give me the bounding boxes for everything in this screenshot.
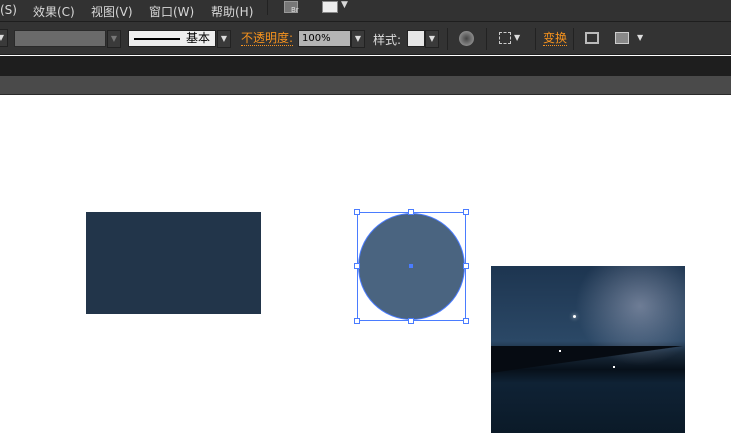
resize-handle[interactable] xyxy=(354,318,360,324)
chevron-down-icon[interactable]: ▼ xyxy=(637,33,643,42)
brush-dropdown[interactable]: ▼ xyxy=(217,30,231,48)
treeline xyxy=(491,346,685,378)
center-point xyxy=(409,264,413,268)
divider xyxy=(486,28,487,50)
rectangle-shape[interactable] xyxy=(86,212,261,314)
dropdown-arrow[interactable]: ▼ xyxy=(0,29,8,47)
arrange-documents-icon[interactable] xyxy=(322,1,338,13)
document-tab-strip xyxy=(0,76,731,95)
isolate-selection-icon[interactable] xyxy=(585,32,599,44)
style-label: 样式: xyxy=(373,33,402,47)
stroke-style-label: 基本 xyxy=(186,31,211,45)
brush-definition-field[interactable]: 基本 xyxy=(128,30,216,47)
night-sky-photo[interactable] xyxy=(491,266,685,433)
stroke-line-icon xyxy=(134,38,180,40)
align-icon[interactable] xyxy=(499,32,511,44)
graphic-style-swatch[interactable] xyxy=(407,30,425,47)
selection-bounding-box[interactable] xyxy=(357,212,466,321)
opacity-dropdown[interactable]: ▼ xyxy=(351,30,365,48)
resize-handle[interactable] xyxy=(463,209,469,215)
divider xyxy=(535,28,536,50)
opacity-input[interactable]: 100% xyxy=(298,30,351,47)
control-panel: ▼ ▼ 基本 ▼ 不透明度: 100% ▼ 样式: ▼ ▼ 变换 ▼ xyxy=(0,21,731,55)
resize-handle[interactable] xyxy=(354,263,360,269)
resize-handle[interactable] xyxy=(408,318,414,324)
opacity-label[interactable]: 不透明度: xyxy=(241,31,294,46)
style-dropdown[interactable]: ▼ xyxy=(425,30,439,48)
chevron-down-icon[interactable]: ▼ xyxy=(514,33,520,42)
menu-help[interactable]: 帮助(H) xyxy=(211,3,253,20)
resize-handle[interactable] xyxy=(463,263,469,269)
resize-handle[interactable] xyxy=(354,209,360,215)
chevron-down-icon[interactable]: ▼ xyxy=(341,0,348,10)
bridge-label: Br xyxy=(291,6,299,14)
menu-view[interactable]: 视图(V) xyxy=(91,3,133,20)
stroke-weight-field[interactable] xyxy=(14,30,106,47)
menu-window[interactable]: 窗口(W) xyxy=(149,3,194,20)
divider xyxy=(447,28,448,50)
divider xyxy=(573,28,574,50)
bridge-button[interactable]: Br xyxy=(284,1,299,14)
select-similar-icon[interactable] xyxy=(615,32,629,44)
tab-bar xyxy=(0,56,731,76)
resize-handle[interactable] xyxy=(408,209,414,215)
menu-bar: (S) 效果(C) 视图(V) 窗口(W) 帮助(H) Br ▼ xyxy=(0,0,731,21)
menu-effect[interactable]: 效果(C) xyxy=(33,3,75,20)
divider xyxy=(267,0,268,15)
recolor-artwork-icon[interactable] xyxy=(459,31,474,46)
menu-select[interactable]: (S) xyxy=(0,3,17,17)
stroke-dropdown[interactable]: ▼ xyxy=(107,30,121,48)
star xyxy=(573,315,576,318)
transform-link[interactable]: 变换 xyxy=(543,31,568,46)
resize-handle[interactable] xyxy=(463,318,469,324)
star xyxy=(559,350,561,352)
star xyxy=(613,366,615,368)
